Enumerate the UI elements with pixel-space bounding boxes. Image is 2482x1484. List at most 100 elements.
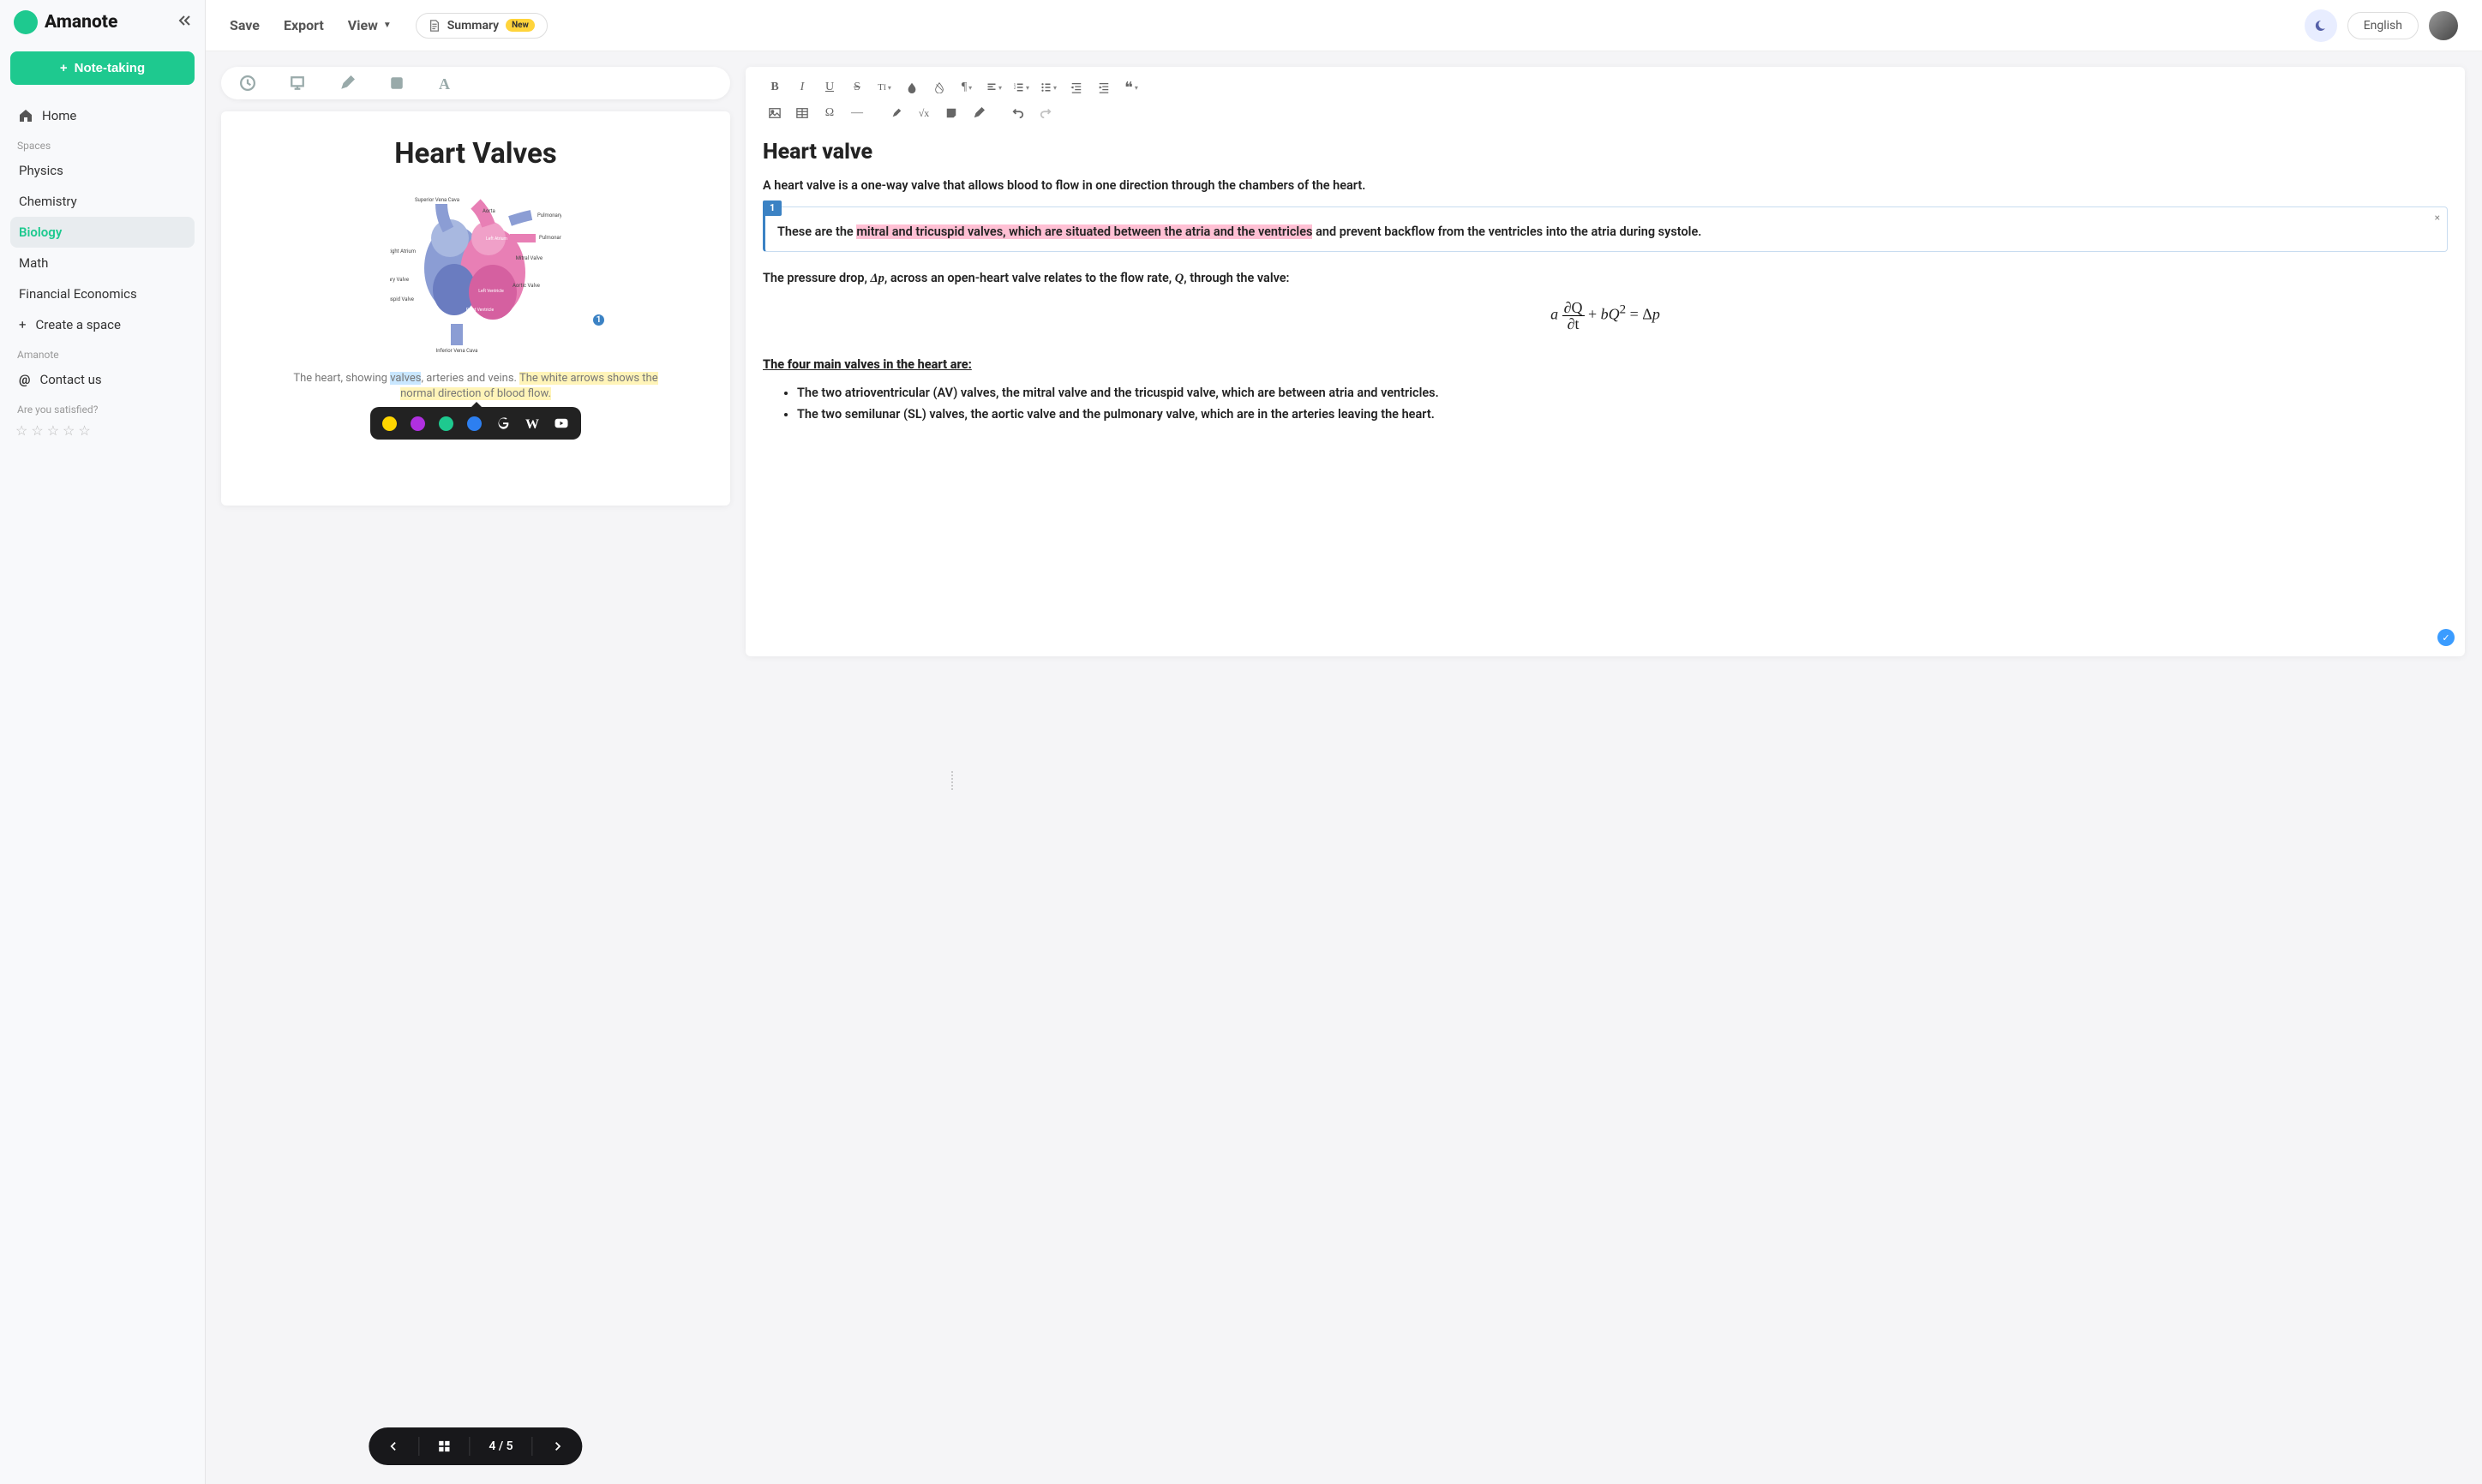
- header: Save Export View ▼ Summary New English: [206, 0, 2482, 51]
- omega-button[interactable]: Ω: [818, 103, 842, 123]
- presentation-icon[interactable]: [290, 75, 305, 91]
- table-button[interactable]: [790, 103, 814, 123]
- editor: B I U S TI ¶ 12 ❝ Ω —: [746, 67, 2465, 656]
- create-space-button[interactable]: + Create a space: [10, 309, 195, 340]
- highlight-blue: valves: [390, 372, 421, 385]
- logo-row: Amanote: [10, 10, 195, 34]
- pressure-paragraph: The pressure drop, Δp, across an open-he…: [763, 269, 2448, 288]
- svg-text:Inferior Vena Cava: Inferior Vena Cava: [436, 348, 478, 354]
- sticky-note-button[interactable]: [939, 103, 963, 123]
- note-title: Heart valve: [763, 137, 2448, 168]
- close-icon[interactable]: ×: [2435, 211, 2440, 225]
- rating-stars[interactable]: ☆ ☆ ☆ ☆ ☆: [10, 419, 195, 442]
- clear-format-button[interactable]: [927, 77, 951, 98]
- page-indicator: 4 / 5: [470, 1427, 531, 1465]
- amanote-section-label: Amanote: [10, 340, 195, 364]
- sidebar: Amanote + Note-taking Home Spaces Physic…: [0, 0, 206, 1484]
- hr-button[interactable]: —: [845, 103, 869, 123]
- sidebar-space-math[interactable]: Math: [10, 248, 195, 278]
- dark-mode-toggle[interactable]: [2305, 9, 2337, 42]
- document-page: Heart Valves Superior Vena Cava Aorta Pu…: [221, 111, 730, 506]
- unordered-list-dropdown[interactable]: [1037, 77, 1061, 98]
- youtube-icon[interactable]: [554, 416, 569, 431]
- underline-button[interactable]: U: [818, 77, 842, 98]
- undo-button[interactable]: [1006, 103, 1030, 123]
- prev-page-button[interactable]: [369, 1428, 418, 1464]
- color-green[interactable]: [439, 416, 453, 431]
- draw-button[interactable]: [967, 103, 991, 123]
- sidebar-item-home[interactable]: Home: [10, 100, 195, 131]
- subheading: The four main valves in the heart are:: [763, 356, 2448, 374]
- quote-dropdown[interactable]: ❝: [1119, 77, 1143, 98]
- sidebar-space-financial-economics[interactable]: Financial Economics: [10, 278, 195, 309]
- bullet-list: The two atrioventricular (AV) valves, th…: [763, 384, 2448, 423]
- formula-button[interactable]: √x: [912, 103, 936, 123]
- user-avatar[interactable]: [2429, 11, 2458, 40]
- satisfied-label: Are you satisfied?: [10, 395, 195, 419]
- at-icon: @: [19, 372, 30, 387]
- indent-button[interactable]: [1092, 77, 1116, 98]
- brand-name: Amanote: [45, 12, 171, 33]
- editor-toolbar: B I U S TI ¶ 12 ❝: [763, 77, 2448, 98]
- view-dropdown[interactable]: View ▼: [348, 17, 392, 33]
- pencil-icon[interactable]: [339, 75, 355, 91]
- annotation-badge[interactable]: 1: [591, 313, 606, 327]
- note-taking-button[interactable]: + Note-taking: [10, 51, 195, 85]
- note-taking-label: Note-taking: [75, 61, 146, 75]
- strikethrough-button[interactable]: S: [845, 77, 869, 98]
- star-icon[interactable]: ☆: [15, 422, 27, 439]
- align-dropdown[interactable]: [982, 77, 1006, 98]
- color-purple[interactable]: [411, 416, 425, 431]
- note-icon[interactable]: [389, 75, 405, 91]
- list-item: The two semilunar (SL) valves, the aorti…: [797, 405, 2448, 423]
- text-color-button[interactable]: [900, 77, 924, 98]
- image-button[interactable]: [763, 103, 787, 123]
- summary-button[interactable]: Summary New: [416, 13, 548, 39]
- star-icon[interactable]: ☆: [78, 422, 90, 439]
- save-button[interactable]: Save: [230, 17, 260, 33]
- star-icon[interactable]: ☆: [31, 422, 43, 439]
- home-icon: [19, 109, 33, 123]
- home-label: Home: [42, 108, 76, 123]
- clock-icon[interactable]: [240, 75, 255, 91]
- svg-text:Pulmonary Vein: Pulmonary Vein: [539, 235, 561, 241]
- collapse-sidebar-icon[interactable]: [177, 14, 191, 31]
- annotation-body: These are the mitral and tricuspid valve…: [765, 207, 2447, 251]
- svg-text:Right Ventricle: Right Ventricle: [466, 308, 495, 313]
- font-size-dropdown[interactable]: TI: [872, 77, 896, 98]
- star-icon[interactable]: ☆: [47, 422, 59, 439]
- chevron-down-icon: ▼: [383, 21, 392, 30]
- sidebar-space-chemistry[interactable]: Chemistry: [10, 186, 195, 217]
- logo-icon: [14, 10, 38, 34]
- color-blue[interactable]: [467, 416, 482, 431]
- ordered-list-dropdown[interactable]: 12: [1010, 77, 1034, 98]
- color-yellow[interactable]: [382, 416, 397, 431]
- paragraph-dropdown[interactable]: ¶: [955, 77, 979, 98]
- highlighter-button[interactable]: [884, 103, 908, 123]
- sync-status-icon: ✓: [2437, 629, 2455, 646]
- google-icon[interactable]: [495, 416, 511, 431]
- svg-text:Superior Vena Cava: Superior Vena Cava: [415, 197, 459, 203]
- annotation-box: 1 × These are the mitral and tricuspid v…: [763, 206, 2448, 252]
- wikipedia-icon[interactable]: W: [525, 416, 540, 431]
- outdent-button[interactable]: [1064, 77, 1088, 98]
- export-button[interactable]: Export: [284, 17, 324, 33]
- grid-view-button[interactable]: [419, 1428, 469, 1464]
- italic-button[interactable]: I: [790, 77, 814, 98]
- svg-text:Aortic Valve: Aortic Valve: [513, 283, 540, 289]
- redo-button[interactable]: [1034, 103, 1058, 123]
- sidebar-space-biology[interactable]: Biology: [10, 217, 195, 248]
- star-icon[interactable]: ☆: [63, 422, 75, 439]
- document-caption: The heart, showing valves, arteries and …: [264, 371, 687, 402]
- editor-content[interactable]: Heart valve A heart valve is a one-way v…: [763, 129, 2448, 423]
- contact-label: Contact us: [39, 372, 101, 387]
- sidebar-space-physics[interactable]: Physics: [10, 155, 195, 186]
- text-icon[interactable]: A: [439, 75, 454, 91]
- language-selector[interactable]: English: [2347, 12, 2419, 39]
- document-title: Heart Valves: [264, 137, 687, 171]
- bold-button[interactable]: B: [763, 77, 787, 98]
- contact-us-link[interactable]: @ Contact us: [10, 364, 195, 395]
- next-page-button[interactable]: [533, 1428, 583, 1464]
- chevron-left-icon: [387, 1440, 399, 1452]
- annotation-tag: 1: [763, 200, 782, 216]
